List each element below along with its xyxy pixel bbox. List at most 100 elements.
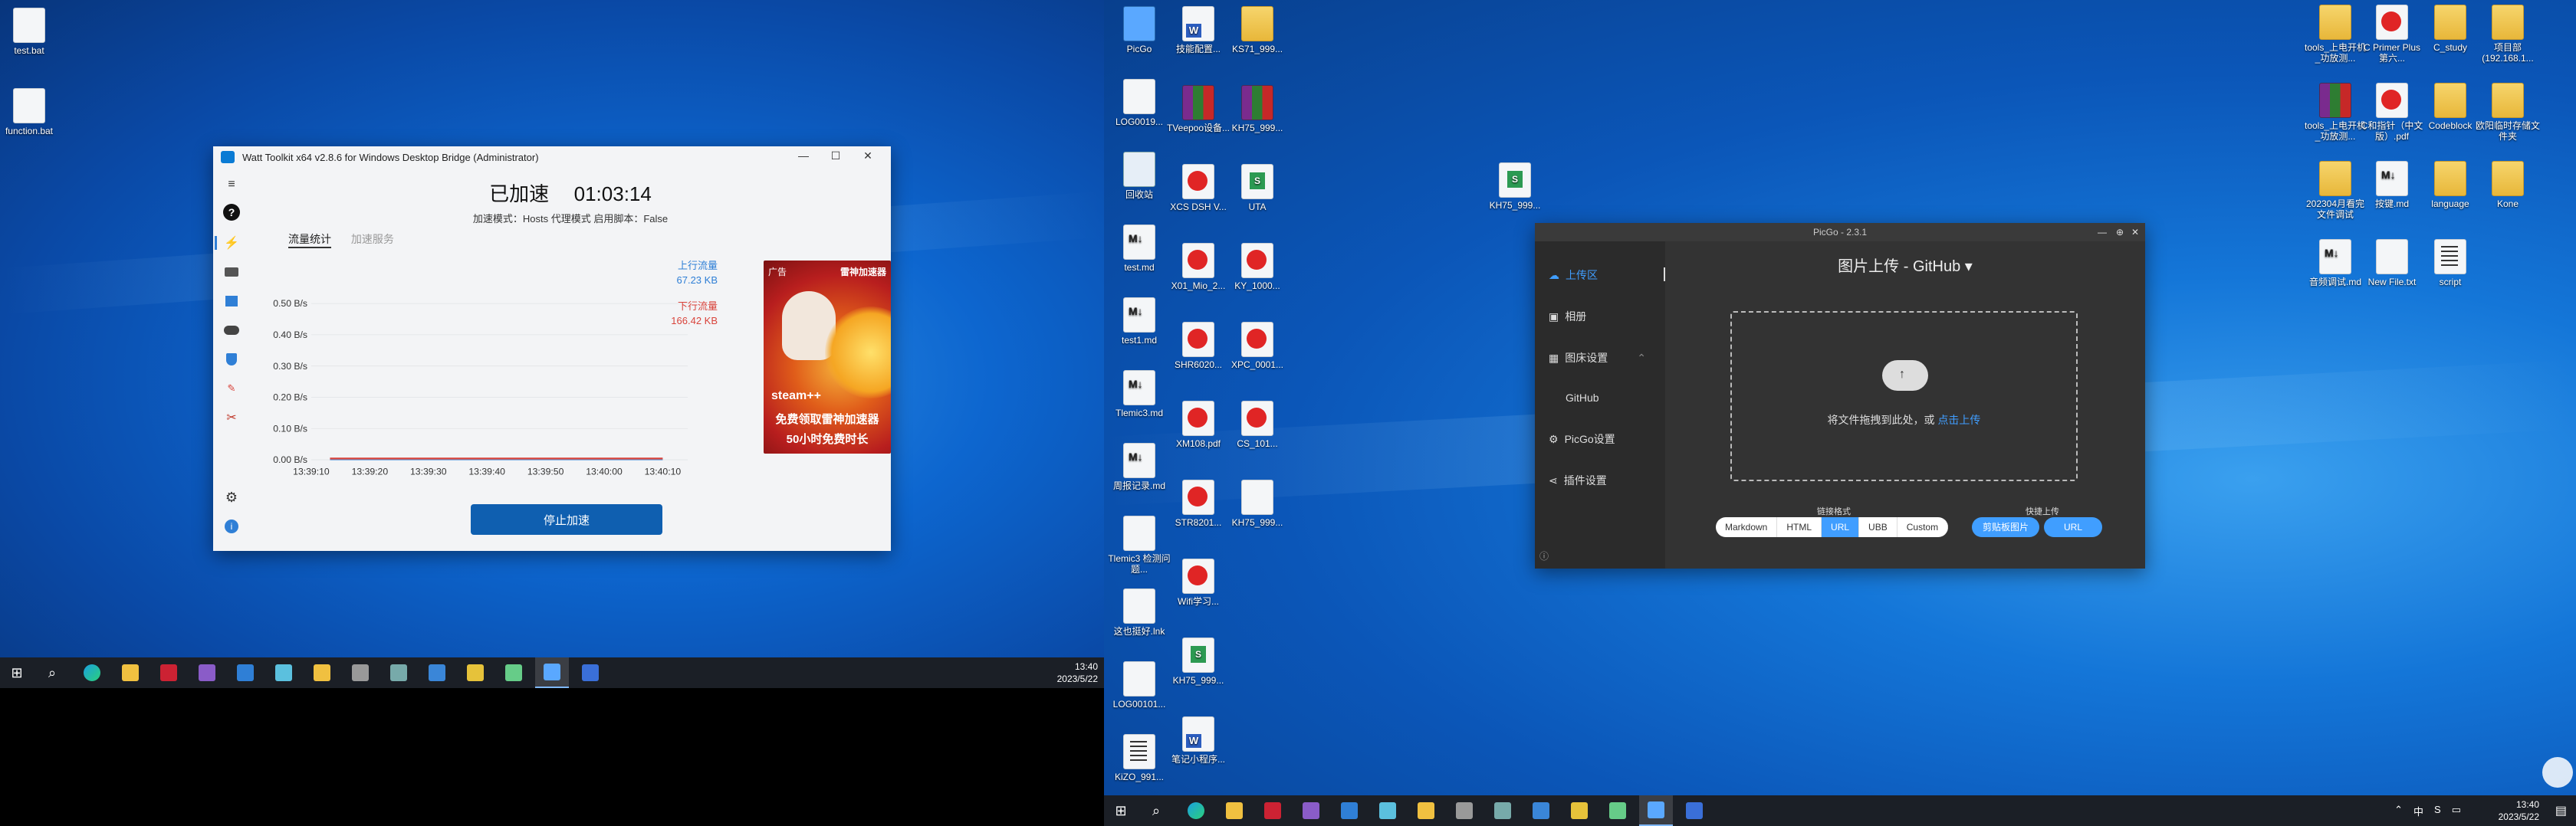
desktop-icon[interactable]: language [2417,161,2483,209]
desktop-icon[interactable]: Tlemic3 检测问题... [1106,516,1172,575]
app-icon[interactable] [228,657,262,688]
desktop-icon[interactable]: Tlemic3.md [1106,370,1172,418]
app-icon[interactable] [573,657,607,688]
tray-app-icon[interactable]: S [2434,804,2441,818]
close-button[interactable]: ✕ [2131,223,2139,241]
ime-indicator[interactable]: 中 [2413,804,2423,818]
watt-toolkit-taskbar-icon[interactable] [535,657,569,688]
ad-banner[interactable]: 广告 雷神加速器 steam++ 免费领取雷神加速器 50小时免费时长 [764,261,891,454]
info-icon[interactable]: i [222,517,241,536]
info-icon[interactable]: ⓘ [1539,549,1549,562]
desktop-icon[interactable]: CS_101... [1224,401,1290,449]
format-url[interactable]: URL [1822,517,1860,537]
desktop-icon[interactable]: PicGo [1106,6,1172,54]
desktop-icon[interactable]: 回收站 [1106,152,1172,200]
explorer-icon[interactable] [113,657,147,688]
tray-chevron-icon[interactable]: ⌃ [2394,804,2403,818]
desktop-icon[interactable]: 欧阳临时存储文件夹 [2475,83,2541,142]
watt-toolkit-taskbar-icon[interactable] [1639,795,1673,826]
assistant-bubble-icon[interactable] [2542,757,2573,788]
desktop-icon[interactable]: Kone [2475,161,2541,209]
app-icon[interactable] [267,657,301,688]
app-icon[interactable] [1524,795,1558,826]
desktop-icon[interactable]: XPC_0001... [1224,322,1290,370]
desktop-icon[interactable]: KH75_999... [1165,638,1231,686]
pen-icon[interactable] [1562,795,1596,826]
edge-icon[interactable] [1179,795,1213,826]
app-icon[interactable] [1601,795,1635,826]
desktop-icon[interactable]: Wifi学习... [1165,559,1231,607]
upload-heading[interactable]: 图片上传 - GitHub ▾ [1665,254,2145,276]
desktop-icon[interactable]: script [2417,239,2483,287]
desktop-icon[interactable]: function.bat [0,88,62,136]
clipboard-upload-button[interactable]: 剪贴板图片 [1972,517,2040,537]
script-icon[interactable]: ✎ [222,379,241,398]
desktop-icon[interactable]: test1.md [1106,297,1172,346]
nav-gallery[interactable]: ▣ 相册 [1549,309,1586,324]
desktop-icon[interactable]: New File.txt [2359,239,2425,287]
app-icon[interactable] [343,657,377,688]
app-icon[interactable] [1332,795,1366,826]
pen-icon[interactable] [458,657,492,688]
desktop-icon[interactable]: Codeblock [2417,83,2483,131]
start-button[interactable]: ⊞ [1104,795,1138,826]
visual-studio-icon[interactable] [1294,795,1328,826]
gamepad-icon[interactable] [222,321,241,339]
nav-bed-settings[interactable]: ▦ 图床设置 ⌃ [1549,350,1646,365]
clock[interactable]: 13:40 2023/5/22 [2499,798,2539,823]
desktop-icon[interactable]: KS71_999... [1224,6,1290,54]
desktop-icon[interactable]: KH75_999... [1224,85,1290,133]
app-icon[interactable] [382,657,416,688]
maximize-button[interactable]: ☐ [822,149,849,165]
clock[interactable]: 13:40 2023/5/22 [1057,660,1098,685]
monitor-icon[interactable]: ▭ [2452,804,2461,818]
search-icon[interactable]: ⌕ [35,657,69,688]
desktop-icon[interactable]: C和指针（中文版）.pdf [2359,83,2425,142]
desktop-icon[interactable]: KH75_999... [1224,480,1290,528]
desktop-icon[interactable]: 技能配置... [1165,6,1231,54]
desktop-icon[interactable]: KiZO_991... [1106,734,1172,782]
format-markdown[interactable]: Markdown [1716,517,1778,537]
minimize-button[interactable]: — [2098,223,2107,241]
app-icon[interactable] [1447,795,1481,826]
app-icon[interactable] [1256,795,1290,826]
app-icon[interactable] [1677,795,1711,826]
url-upload-button[interactable]: URL [2044,517,2103,537]
desktop-icon[interactable]: 这也挺好.lnk [1106,588,1172,637]
format-custom[interactable]: Custom [1898,517,1949,537]
close-button[interactable]: ✕ [854,149,882,165]
click-upload-link[interactable]: 点击上传 [1937,414,1980,426]
desktop-icon[interactable]: C_study [2417,5,2483,53]
settings-icon[interactable]: ⚙ [222,488,241,506]
flag-icon[interactable] [222,292,241,310]
search-icon[interactable]: ⌕ [1139,795,1173,826]
start-button[interactable]: ⊞ [0,657,34,688]
desktop-icon[interactable]: 周报记录.md [1106,443,1172,491]
title-bar[interactable]: Watt Toolkit x64 v2.8.6 for Windows Desk… [213,146,891,168]
desktop-icon[interactable]: test.bat [0,8,62,56]
minimize-button[interactable]: — [790,149,817,165]
app-icon[interactable] [152,657,186,688]
nav-plugin-settings[interactable]: ⋖ 插件设置 [1549,473,1607,488]
shield-icon[interactable] [222,350,241,369]
nav-picgo-settings[interactable]: ⚙ PicGo设置 [1549,431,1615,447]
edge-icon[interactable] [75,657,109,688]
keyboard-icon[interactable] [222,263,241,281]
app-icon[interactable] [1371,795,1405,826]
pen-icon[interactable] [1409,795,1443,826]
desktop-icon[interactable]: X01_Mio_2... [1165,243,1231,291]
tools-icon[interactable]: ✂ [222,408,241,427]
desktop-icon[interactable]: STR8201... [1165,480,1231,528]
app-icon[interactable] [1486,795,1520,826]
tab-traffic[interactable]: 流量统计 [288,233,331,248]
format-ubb[interactable]: UBB [1859,517,1898,537]
desktop-icon[interactable]: LOG00101... [1106,661,1172,710]
desktop-icon[interactable]: 按键.md [2359,161,2425,209]
nav-github[interactable]: GitHub [1566,392,1599,404]
format-html[interactable]: HTML [1777,517,1822,537]
desktop-icon[interactable]: UTA [1224,164,1290,212]
title-bar[interactable]: PicGo - 2.3.1 — ⊕ ✕ [1535,223,2145,241]
desktop-icon[interactable]: C Primer Plus 第六... [2359,5,2425,64]
help-icon[interactable]: ? [222,203,241,221]
desktop-icon[interactable]: KY_1000... [1224,243,1290,291]
